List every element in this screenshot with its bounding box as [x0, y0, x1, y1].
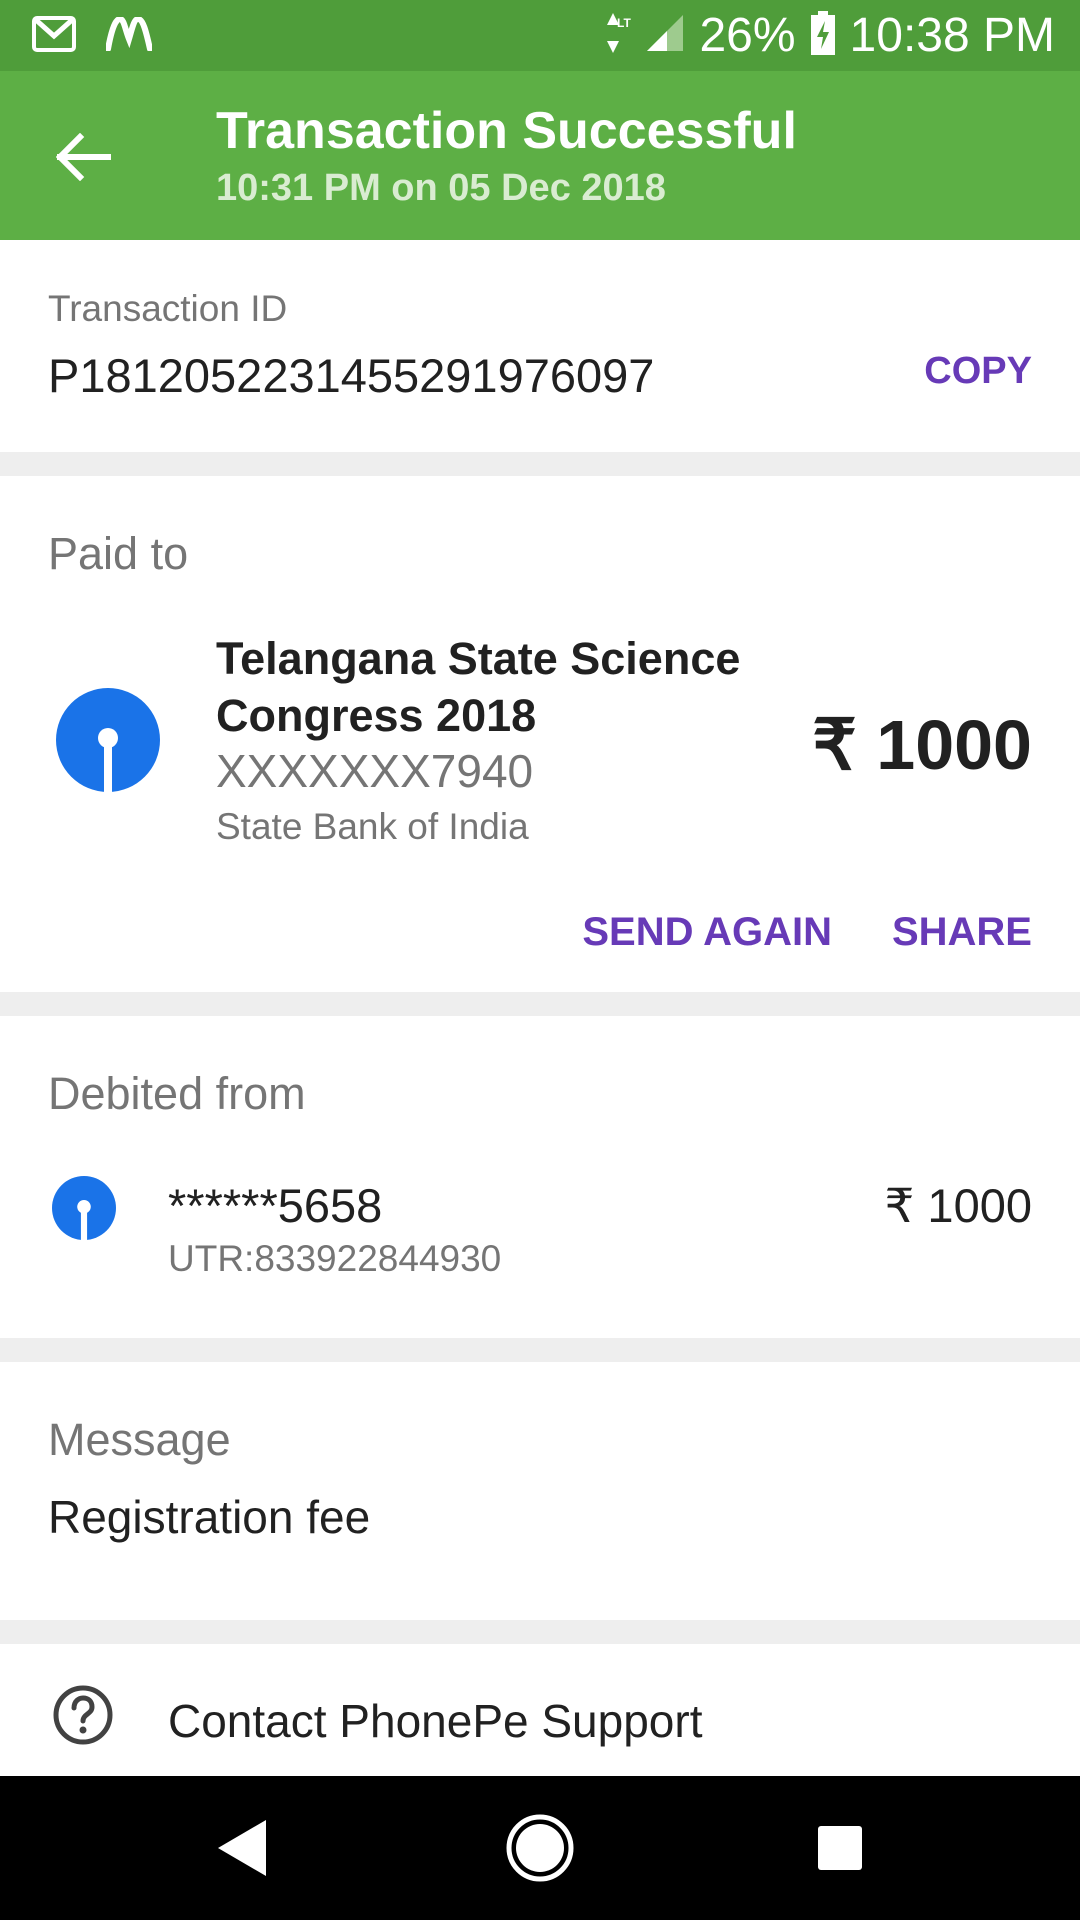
- status-bar: LTE 26% 10:38 PM: [0, 0, 1080, 71]
- section-divider: [0, 452, 1080, 476]
- nav-back-button[interactable]: [202, 1808, 282, 1888]
- arrow-left-icon: [56, 133, 111, 181]
- share-button[interactable]: SHARE: [892, 910, 1032, 955]
- clock: 10:38 PM: [849, 9, 1055, 62]
- battery-charging-icon: [810, 11, 836, 60]
- sbi-logo-small-icon: [52, 1176, 116, 1245]
- contact-support-label: Contact PhonePe Support: [168, 1695, 703, 1747]
- message-value: Registration fee: [48, 1491, 371, 1543]
- transaction-id-label: Transaction ID: [48, 288, 288, 329]
- gmail-icon: [32, 16, 76, 57]
- debited-from-label: Debited from: [48, 1068, 306, 1119]
- battery-percent: 26%: [699, 9, 796, 62]
- payee-account: XXXXXXX7940: [216, 745, 534, 797]
- lte-label: LTE: [617, 16, 631, 30]
- nav-home-button[interactable]: [500, 1808, 580, 1888]
- payee-amount: ₹ 1000: [812, 706, 1032, 784]
- page-title: Transaction Successful: [216, 102, 797, 160]
- app-bar: Transaction Successful 10:31 PM on 05 De…: [0, 71, 1080, 240]
- send-again-button[interactable]: SEND AGAIN: [582, 910, 832, 955]
- contact-support-button[interactable]: Contact PhonePe Support: [0, 1644, 1080, 1784]
- nav-home-icon: [506, 1814, 574, 1882]
- transaction-id-value: P1812052231455291976097: [48, 349, 655, 402]
- debit-amount: ₹ 1000: [884, 1179, 1032, 1232]
- message-label: Message: [48, 1414, 231, 1465]
- sbi-logo-icon: [56, 688, 160, 797]
- payee-bank: State Bank of India: [216, 806, 529, 847]
- section-divider: [0, 992, 1080, 1016]
- section-divider: [0, 1620, 1080, 1644]
- nav-recents-button[interactable]: [800, 1808, 880, 1888]
- message-section: Message Registration fee: [0, 1362, 1080, 1620]
- help-circle-icon: [52, 1684, 114, 1751]
- nav-back-icon: [218, 1820, 266, 1876]
- transaction-id-section: Transaction ID P1812052231455291976097 C…: [0, 240, 1080, 452]
- paid-to-label: Paid to: [48, 528, 189, 579]
- debit-account: ******5658: [168, 1179, 383, 1232]
- transaction-datetime: 10:31 PM on 05 Dec 2018: [216, 167, 666, 209]
- navigation-bar: [0, 1776, 1080, 1920]
- debited-from-section: Debited from ******5658 UTR:833922844930…: [0, 1016, 1080, 1338]
- signal-icon: [645, 13, 685, 58]
- m-app-icon: [105, 15, 153, 56]
- section-divider: [0, 1338, 1080, 1362]
- nav-recents-icon: [818, 1826, 862, 1870]
- data-arrows-icon: LTE: [605, 11, 639, 60]
- back-button[interactable]: [48, 121, 120, 193]
- paid-to-section: Paid to Telangana State Science Congress…: [0, 476, 1080, 992]
- payee-name: Telangana State Science Congress 2018: [216, 633, 741, 741]
- copy-button[interactable]: COPY: [924, 350, 1032, 393]
- debit-utr: UTR:833922844930: [168, 1238, 502, 1279]
